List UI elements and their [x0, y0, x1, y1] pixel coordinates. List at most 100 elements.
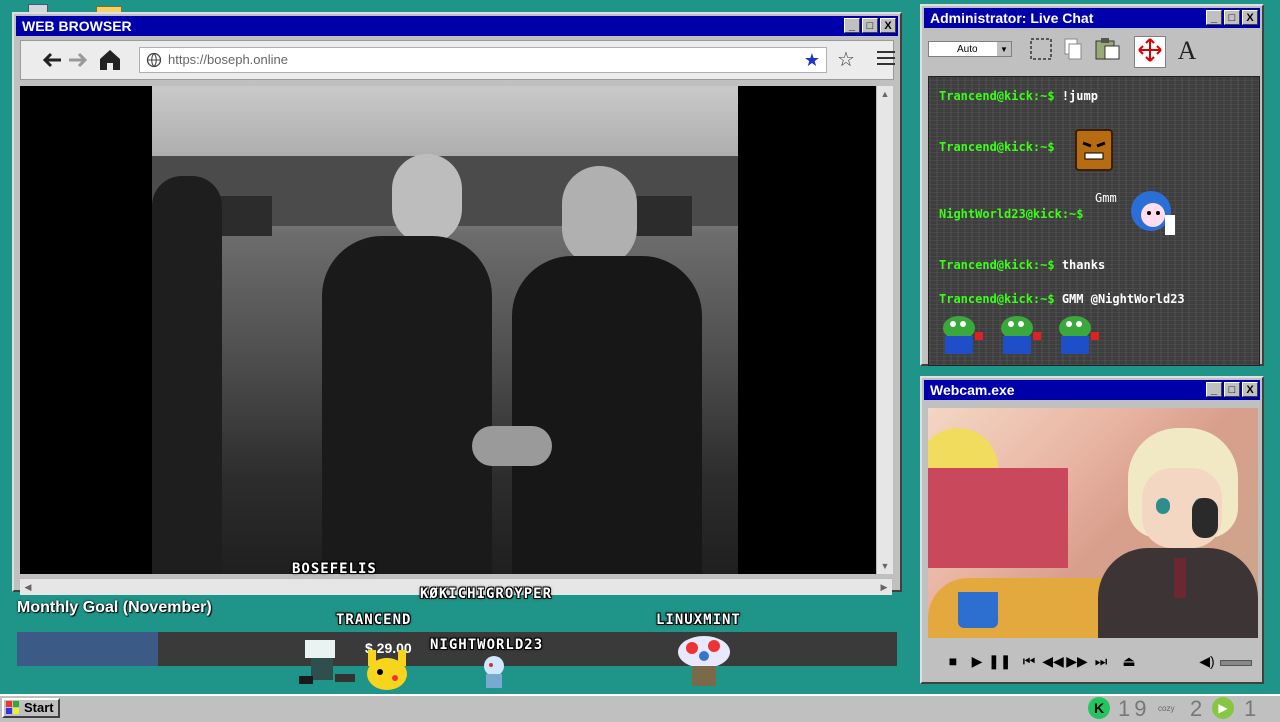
fast-forward-icon[interactable]: ▶▶ [1066, 650, 1088, 672]
video-player[interactable] [20, 86, 876, 574]
player-name-bosefelis: BOSEFELIS [292, 561, 377, 577]
copy-icon[interactable] [1058, 36, 1088, 66]
move-tool-icon[interactable] [1134, 36, 1166, 68]
minimize-button[interactable]: _ [844, 18, 860, 33]
browser-title: WEB BROWSER [22, 18, 132, 34]
cozy-label: cozy [1158, 704, 1175, 713]
video-frame [152, 86, 738, 574]
eject-icon[interactable]: ⏏ [1118, 650, 1140, 672]
rewind-icon[interactable]: ◀◀ [1042, 650, 1064, 672]
chat-toolbar: Auto ▼ A [926, 32, 1258, 70]
background-bed [928, 468, 1068, 568]
close-button[interactable]: X [1242, 382, 1258, 397]
chevron-down-icon[interactable]: ▼ [997, 42, 1011, 56]
font-tool-icon[interactable]: A [1172, 36, 1202, 66]
start-button[interactable]: Start [2, 698, 60, 718]
maximize-button[interactable]: □ [1224, 382, 1240, 397]
volume-icon[interactable]: ◀) [1196, 650, 1218, 672]
person-body [512, 256, 702, 574]
rumble-icon[interactable]: ▶ [1212, 697, 1234, 719]
scroll-left-arrow-icon[interactable]: ◀ [20, 579, 36, 595]
browser-navbar: https://boseph.online ★ ☆ [20, 40, 895, 80]
scroll-down-arrow-icon[interactable]: ▼ [877, 558, 893, 574]
minimize-button[interactable]: _ [1206, 382, 1222, 397]
player-name-kokichigroyper: KØKICHIGROYPER [420, 586, 553, 602]
anime-sticker [1125, 185, 1181, 241]
browser-titlebar[interactable]: WEB BROWSER _ □ X [16, 16, 898, 36]
chat-title: Administrator: Live Chat [930, 10, 1094, 26]
angry-emote [1075, 129, 1113, 171]
menu-icon[interactable] [873, 47, 899, 73]
back-arrow-icon[interactable] [39, 47, 65, 73]
person-left [152, 176, 222, 574]
goal-label: Monthly Goal (November) [17, 599, 212, 616]
chat-window: Administrator: Live Chat _ □ X Auto ▼ A … [920, 4, 1264, 366]
kick-icon[interactable]: K [1088, 697, 1110, 719]
play-icon[interactable]: ▶ [966, 650, 988, 672]
pause-icon[interactable]: ❚❚ [988, 650, 1011, 672]
person-body [322, 236, 492, 574]
home-icon[interactable] [97, 47, 123, 73]
third-count: 1 [1244, 696, 1257, 721]
mushroom-sprite [674, 632, 734, 692]
bookmark-star-icon[interactable]: ☆ [833, 47, 859, 73]
scroll-up-arrow-icon[interactable]: ▲ [877, 86, 893, 102]
headphones [1192, 498, 1218, 538]
webcam-feed [928, 408, 1258, 638]
chat-message: NightWorld23@kick:~$ [939, 207, 1084, 221]
chat-message: Trancend@kick:~$ thanks [939, 258, 1106, 272]
url-text: https://boseph.online [168, 52, 288, 67]
kick-viewer-count: 19 [1118, 696, 1151, 721]
handshake [472, 426, 552, 466]
avatar-tie [1174, 558, 1186, 598]
player-name-nightworld23: NIGHTWORLD23 [430, 637, 544, 653]
url-input[interactable]: https://boseph.online ★ [139, 47, 827, 73]
player-name-trancend: TRANCEND [336, 612, 412, 628]
chat-message: Trancend@kick:~$ GMM @NightWorld23 [939, 292, 1185, 306]
windows-logo-icon [6, 701, 20, 715]
second-count: 2 [1190, 696, 1203, 721]
webcam-title: Webcam.exe [930, 382, 1015, 398]
pepe-emote [1055, 312, 1103, 356]
chat-message: Gmm [1095, 191, 1117, 205]
scroll-right-arrow-icon[interactable]: ▶ [876, 579, 892, 595]
chat-message: Trancend@kick:~$ [939, 140, 1055, 154]
font-size-select[interactable]: Auto ▼ [928, 41, 1012, 57]
chat-messages: Trancend@kick:~$ !jump Trancend@kick:~$ … [928, 76, 1260, 366]
goal-progress-fill [17, 632, 158, 666]
font-size-value: Auto [957, 44, 978, 55]
media-controls: ■ ▶ ❚❚ ⏮ ◀◀ ▶▶ ⏭ ⏏ ◀) [928, 646, 1258, 676]
close-button[interactable]: X [880, 18, 896, 33]
person-head [562, 166, 637, 266]
mug [958, 592, 998, 628]
minimize-button[interactable]: _ [1206, 10, 1222, 25]
pikachu-sprite [362, 646, 412, 692]
globe-icon [146, 52, 162, 76]
maximize-button[interactable]: □ [862, 18, 878, 33]
chat-message: Trancend@kick:~$ !jump [939, 89, 1098, 103]
skip-forward-icon[interactable]: ⏭ [1090, 650, 1112, 672]
select-tool-icon[interactable] [1026, 36, 1056, 66]
skip-back-icon[interactable]: ⏮ [1018, 650, 1040, 672]
paste-icon[interactable] [1092, 36, 1122, 66]
pepe-emote [939, 312, 987, 356]
webcam-window: Webcam.exe _ □ X ■ ▶ ❚❚ ⏮ ◀◀ ▶▶ ⏭ ⏏ ◀) [920, 376, 1264, 684]
bookmarked-star-icon[interactable]: ★ [804, 50, 820, 70]
person-head [392, 154, 462, 244]
sprite-character [474, 652, 514, 692]
webcam-titlebar[interactable]: Webcam.exe _ □ X [924, 380, 1260, 400]
pepe-emote [997, 312, 1045, 356]
maximize-button[interactable]: □ [1224, 10, 1240, 25]
forward-arrow-icon[interactable] [65, 47, 91, 73]
sprite-character [295, 636, 365, 690]
chat-titlebar[interactable]: Administrator: Live Chat _ □ X [924, 8, 1260, 28]
close-button[interactable]: X [1242, 10, 1258, 25]
browser-window: WEB BROWSER _ □ X https://boseph.online … [12, 12, 902, 595]
player-name-linuxmint: LINUXMINT [656, 612, 741, 628]
taskbar: Start K 19 cozy 2 ▶ 1 [0, 694, 1280, 722]
start-label: Start [24, 700, 54, 715]
volume-slider[interactable] [1220, 660, 1252, 666]
vertical-scrollbar[interactable]: ▲ ▼ [876, 86, 893, 574]
avatar-eye [1156, 498, 1170, 514]
stop-icon[interactable]: ■ [942, 650, 964, 672]
